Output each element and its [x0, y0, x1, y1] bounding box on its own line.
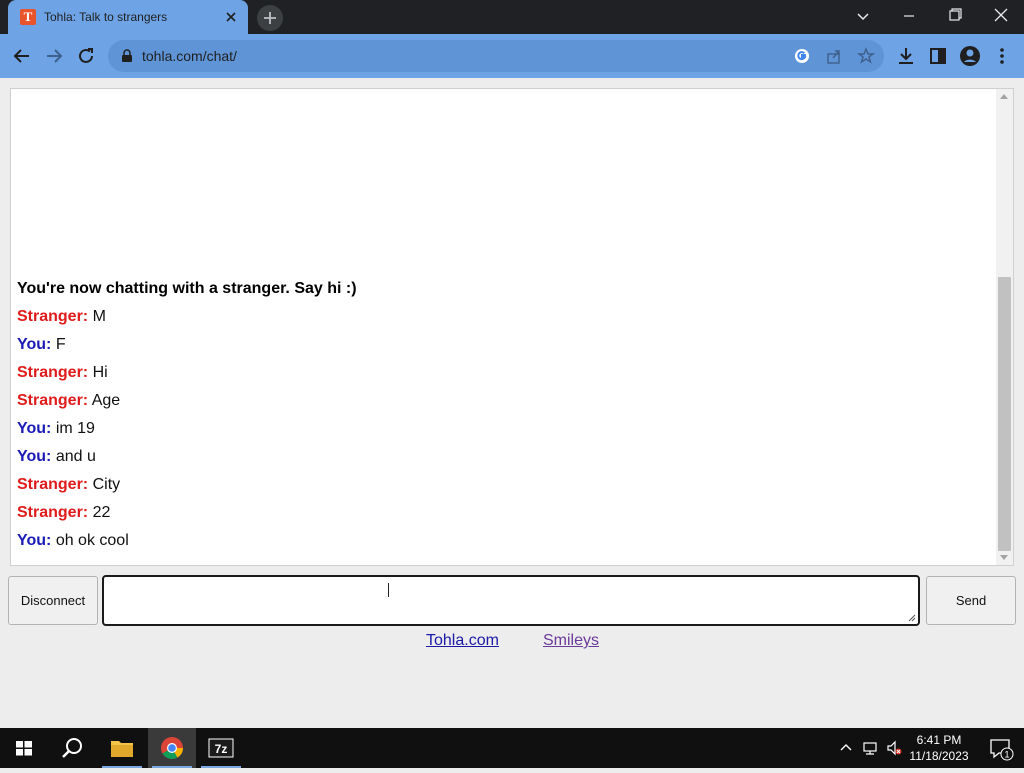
- system-clock[interactable]: 6:41 PM 11/18/2023: [905, 732, 973, 764]
- sender-label-stranger: Stranger:: [17, 392, 89, 409]
- start-icon: [16, 741, 32, 756]
- forward-arrow-icon[interactable]: [42, 44, 66, 68]
- chat-message: Stranger: Age: [17, 391, 977, 419]
- message-text: M: [92, 308, 106, 325]
- side-panel-icon[interactable]: [926, 44, 950, 68]
- message-text: and u: [55, 448, 96, 465]
- tab-strip: T Tohla: Talk to strangers: [0, 0, 1024, 34]
- windows-taskbar: 7z 6:41 PM 11/18/2023 1: [0, 728, 1024, 768]
- tohla-favicon-icon: T: [20, 9, 36, 25]
- footer-links: Tohla.com Smileys: [0, 632, 1024, 652]
- url-text: tohla.com/chat/: [142, 48, 237, 64]
- download-icon[interactable]: [894, 44, 918, 68]
- search-icon: [62, 738, 82, 758]
- scroll-down-arrow-icon[interactable]: [1000, 555, 1008, 560]
- browser-toolbar: tohla.com/chat/: [0, 34, 1024, 78]
- message-text: oh ok cool: [55, 532, 129, 549]
- resize-grip-icon[interactable]: [908, 614, 916, 622]
- chat-message: You: im 19: [17, 419, 977, 447]
- lock-icon[interactable]: [120, 49, 134, 63]
- close-window-icon[interactable]: [978, 0, 1024, 34]
- disconnect-button[interactable]: Disconnect: [8, 576, 98, 625]
- page-content: You're now chatting with a stranger. Say…: [0, 78, 1024, 728]
- new-tab-button[interactable]: [257, 5, 283, 31]
- scrollbar-thumb[interactable]: [998, 277, 1011, 551]
- message-text: Hi: [92, 364, 108, 381]
- sender-label-stranger: Stranger:: [17, 364, 89, 381]
- taskbar-search-button[interactable]: [48, 728, 96, 768]
- notification-count: 1: [1004, 750, 1009, 760]
- chat-status-message: You're now chatting with a stranger. Say…: [17, 280, 357, 297]
- profile-avatar-icon[interactable]: [958, 44, 982, 68]
- send-button[interactable]: Send: [926, 576, 1016, 625]
- sender-label-stranger: Stranger:: [17, 308, 89, 325]
- tab-search-icon[interactable]: [840, 0, 886, 34]
- start-button[interactable]: [0, 728, 48, 768]
- tab-title: Tohla: Talk to strangers: [44, 10, 168, 24]
- back-arrow-icon[interactable]: [10, 44, 34, 68]
- more-menu-icon[interactable]: [990, 44, 1014, 68]
- text-cursor-icon: [388, 583, 389, 597]
- message-text: 22: [92, 504, 111, 521]
- chat-log[interactable]: You're now chatting with a stranger. Say…: [10, 88, 1014, 566]
- bookmark-star-icon[interactable]: [856, 46, 876, 66]
- tohla-home-link[interactable]: Tohla.com: [426, 632, 499, 650]
- svg-text:7z: 7z: [215, 742, 228, 756]
- tab-close-icon[interactable]: [222, 8, 240, 26]
- volume-muted-icon[interactable]: [886, 740, 902, 756]
- sender-label-you: You:: [17, 448, 52, 465]
- clock-time: 6:41 PM: [916, 733, 962, 747]
- scroll-up-arrow-icon[interactable]: [1000, 94, 1008, 99]
- chat-message: Stranger: M: [17, 307, 977, 335]
- notification-center-button[interactable]: 1: [976, 728, 1024, 768]
- sender-label-you: You:: [17, 420, 52, 437]
- chat-scrollbar[interactable]: [996, 89, 1013, 565]
- address-bar[interactable]: tohla.com/chat/: [108, 40, 884, 72]
- 7zip-icon: 7z: [208, 738, 234, 758]
- smileys-link[interactable]: Smileys: [543, 632, 599, 650]
- chrome-icon: [161, 737, 183, 759]
- restore-icon[interactable]: [932, 0, 978, 34]
- chat-message: Stranger: 22: [17, 503, 977, 531]
- show-hidden-icons-chevron-icon[interactable]: [838, 740, 854, 756]
- sender-label-stranger: Stranger:: [17, 476, 89, 493]
- message-text: City: [92, 476, 121, 493]
- chat-message: You: oh ok cool: [17, 531, 977, 559]
- browser-tab[interactable]: T Tohla: Talk to strangers: [8, 0, 248, 34]
- file-explorer-button[interactable]: [98, 728, 146, 768]
- message-text: Age: [91, 392, 121, 409]
- network-icon[interactable]: [862, 740, 878, 756]
- share-icon[interactable]: [824, 46, 844, 66]
- clock-date: 11/18/2023: [909, 749, 969, 763]
- chat-message: You: F: [17, 335, 977, 363]
- sender-label-you: You:: [17, 336, 52, 353]
- message-text: im 19: [55, 420, 95, 437]
- sender-label-stranger: Stranger:: [17, 504, 89, 521]
- notification-icon: 1: [990, 739, 1014, 761]
- message-input[interactable]: [102, 575, 920, 626]
- chat-message: You: and u: [17, 447, 977, 475]
- minimize-icon[interactable]: [886, 0, 932, 34]
- reload-icon[interactable]: [74, 44, 98, 68]
- 7zip-taskbar-button[interactable]: 7z: [197, 728, 245, 768]
- message-text: F: [55, 336, 66, 353]
- chrome-taskbar-button[interactable]: [148, 728, 196, 768]
- google-lens-icon[interactable]: [792, 46, 812, 66]
- chat-message: Stranger: Hi: [17, 363, 977, 391]
- message-list: You're now chatting with a stranger. Say…: [17, 279, 977, 559]
- plus-icon: [264, 12, 276, 24]
- file-explorer-icon: [111, 741, 133, 757]
- chat-message: Stranger: City: [17, 475, 977, 503]
- sender-label-you: You:: [17, 532, 52, 549]
